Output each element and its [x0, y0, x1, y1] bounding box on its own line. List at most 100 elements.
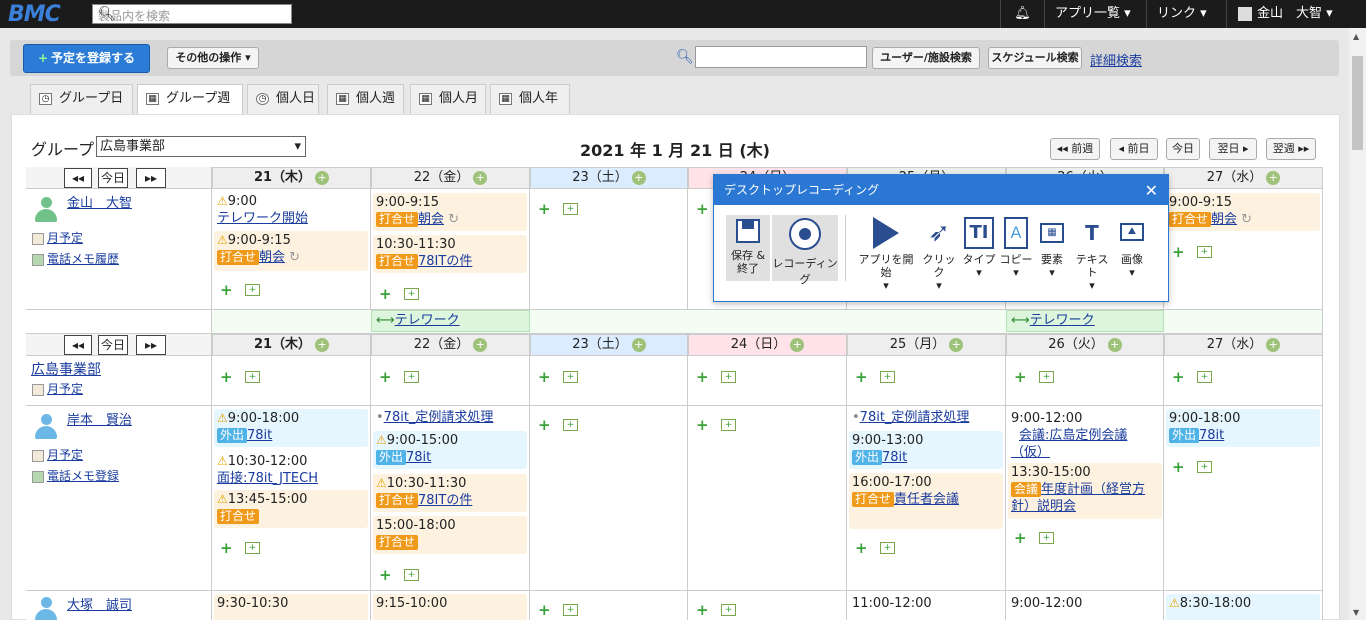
product-search-input[interactable]: 製品内を検索 🔍︎ — [92, 4, 292, 24]
add-schedule-icon[interactable]: + — [790, 337, 805, 352]
event-title[interactable]: テレワーク開始 — [217, 211, 308, 226]
add-schedule-icon[interactable]: + — [473, 170, 488, 185]
add-schedule-icon[interactable]: + — [949, 337, 964, 352]
scroll-down-icon[interactable]: ▼ — [1353, 608, 1359, 617]
tab-personal-year[interactable]: ▦ 個人年 — [490, 84, 570, 114]
schedule-event[interactable]: ⚠9:00-15:00 外出 78it — [373, 431, 527, 469]
event-title[interactable]: 会議:広島定例会議（仮） — [1011, 428, 1127, 460]
prev-week-icon-button[interactable]: ◂◂ — [64, 168, 92, 188]
schedule-event[interactable]: 9:00-9:15 打合せ 朝会 ↻ — [1166, 193, 1320, 231]
add-calendar-icon[interactable]: + — [563, 419, 578, 431]
add-schedule-icon[interactable]: + — [315, 337, 330, 352]
bell-icon[interactable]: 🔔︎ — [1000, 0, 1044, 28]
telework-link[interactable]: テレワーク — [1030, 313, 1095, 328]
tab-group-week[interactable]: ▦ グループ週 — [137, 84, 243, 115]
recording-button[interactable]: レコーディング — [772, 215, 838, 286]
event-title[interactable]: 朝会 — [259, 250, 285, 265]
user-menu[interactable]: 金山 大智 ▾ — [1226, 0, 1348, 28]
schedule-event[interactable]: ⚠9:00-18:00 外出 78it — [214, 409, 368, 447]
prev-week-button[interactable]: ◂◂ 前週 — [1050, 138, 1100, 160]
scrollbar-thumb[interactable] — [1352, 56, 1363, 150]
add-schedule-icon[interactable]: + — [631, 337, 646, 352]
monthly-schedule-link[interactable]: 月予定 — [32, 446, 83, 463]
add-calendar-icon[interactable]: + — [880, 371, 895, 383]
link-text[interactable]: 月予定 — [47, 448, 83, 462]
add-calendar-icon[interactable]: + — [721, 419, 736, 431]
group-select[interactable]: 広島事業部 ▾ — [96, 136, 306, 157]
phone-memo-register-link[interactable]: 電話メモ登録 — [32, 467, 119, 484]
schedule-event[interactable]: 9:00-12:00 — [1008, 594, 1162, 613]
tab-personal-day[interactable]: ◷ 個人日 — [247, 84, 319, 114]
save-and-exit-button[interactable]: 保存 & 終了 — [726, 215, 770, 281]
telework-bar[interactable]: ⟷テレワーク — [371, 310, 530, 332]
schedule-event[interactable]: ⚠9:00 テレワーク開始 — [214, 192, 368, 228]
add-calendar-icon[interactable]: + — [404, 288, 419, 300]
schedule-event[interactable]: 9:00-9:15 打合せ 朝会 ↻ — [373, 193, 527, 231]
link-text[interactable]: 月予定 — [47, 231, 83, 245]
add-calendar-icon[interactable]: + — [563, 604, 578, 616]
add-event-icon[interactable]: + — [1172, 370, 1185, 385]
monthly-schedule-link[interactable]: 月予定 — [32, 380, 83, 397]
next-day-button[interactable]: 翌日 ▸ — [1209, 138, 1257, 160]
event-title[interactable]: 78it_定例請求処理 — [384, 410, 494, 425]
schedule-event[interactable]: 15:00-18:00 打合せ — [373, 516, 527, 554]
add-event-icon[interactable]: + — [855, 541, 868, 556]
event-title[interactable]: 78it_定例請求処理 — [860, 410, 970, 425]
schedule-event[interactable]: 11:00-12:00 — [849, 594, 1003, 613]
next-week-icon-button[interactable]: ▸▸ — [136, 168, 166, 188]
day-header-mon[interactable]: 25（月） + — [847, 334, 1006, 356]
next-week-icon-button[interactable]: ▸▸ — [136, 335, 166, 355]
add-calendar-icon[interactable]: + — [245, 371, 260, 383]
schedule-event[interactable]: •78it_定例請求処理 — [373, 408, 527, 427]
day-header-sun[interactable]: 24（日） + — [688, 334, 847, 356]
event-title[interactable]: 責任者会議 — [894, 492, 959, 507]
user-name-link[interactable]: 金山 大智 — [67, 192, 132, 211]
schedule-event[interactable]: ⚠8:30-18:00 — [1166, 594, 1320, 620]
add-calendar-icon[interactable]: + — [404, 569, 419, 581]
other-operations-button[interactable]: その他の操作 ▾ — [167, 47, 259, 69]
add-calendar-icon[interactable]: + — [1039, 371, 1054, 383]
copy-tool[interactable]: A コピー ▾ — [999, 217, 1033, 279]
add-calendar-icon[interactable]: + — [563, 371, 578, 383]
add-calendar-icon[interactable]: + — [1197, 371, 1212, 383]
user-name-link[interactable]: 大塚 誠司 — [67, 594, 132, 613]
advanced-search-link[interactable]: 詳細検索 — [1090, 50, 1142, 69]
link-text[interactable]: 電話メモ登録 — [47, 469, 119, 483]
link-text[interactable]: 電話メモ履歴 — [47, 252, 119, 266]
day-header-wed[interactable]: 27（水） + — [1164, 167, 1323, 189]
schedule-event[interactable]: ⚠10:30-11:30 打合せ 78ITの件 — [373, 474, 527, 512]
schedule-event[interactable]: 9:00-13:00 外出 78it — [849, 431, 1003, 469]
schedule-event[interactable]: •78it_定例請求処理 — [849, 408, 1003, 427]
scroll-up-icon[interactable]: ▲ — [1353, 32, 1359, 41]
add-event-icon[interactable]: + — [538, 202, 551, 217]
tab-group-day[interactable]: ◷ グループ日 — [30, 84, 133, 114]
day-header-sat[interactable]: 23（土） + — [530, 167, 688, 189]
add-event-icon[interactable]: + — [379, 287, 392, 302]
day-header-thu[interactable]: 21（木） + — [212, 334, 371, 356]
schedule-event[interactable]: 13:30-15:00 会議 年度計画（経営方針）説明会 — [1008, 463, 1162, 519]
schedule-event[interactable]: 9:00-12:00 会議:広島定例会議（仮） — [1008, 409, 1160, 461]
telework-link[interactable]: テレワーク — [395, 313, 460, 328]
schedule-search-button[interactable]: スケジュール検索 — [988, 47, 1082, 69]
add-schedule-icon[interactable]: + — [631, 170, 646, 185]
event-title[interactable]: 78it — [882, 450, 907, 465]
schedule-event[interactable]: 16:00-17:00 打合せ 責任者会議 — [849, 473, 1003, 529]
add-schedule-icon[interactable]: + — [1266, 170, 1281, 185]
week-today-button[interactable]: 今日 — [98, 335, 128, 355]
close-icon[interactable]: ✕ — [1145, 181, 1158, 200]
add-event-icon[interactable]: + — [538, 370, 551, 385]
add-event-icon[interactable]: + — [1172, 245, 1185, 260]
add-event-icon[interactable]: + — [220, 541, 233, 556]
add-calendar-icon[interactable]: + — [1197, 461, 1212, 473]
image-tool[interactable]: ⛰ 画像 ▾ — [1114, 217, 1150, 279]
next-week-button[interactable]: 翌週 ▸▸ — [1266, 138, 1316, 160]
schedule-event[interactable]: 9:30-10:30 — [214, 594, 368, 620]
start-app-tool[interactable]: アプリを開始 ▾ — [854, 217, 918, 292]
add-event-icon[interactable]: + — [855, 370, 868, 385]
add-event-icon[interactable]: + — [538, 418, 551, 433]
add-event-icon[interactable]: + — [538, 603, 551, 618]
tab-personal-week[interactable]: ▦ 個人週 — [327, 84, 404, 114]
add-calendar-icon[interactable]: + — [721, 371, 736, 383]
telework-bar[interactable]: ⟷テレワーク — [1006, 310, 1164, 332]
day-header-fri[interactable]: 22（金） + — [371, 167, 530, 189]
